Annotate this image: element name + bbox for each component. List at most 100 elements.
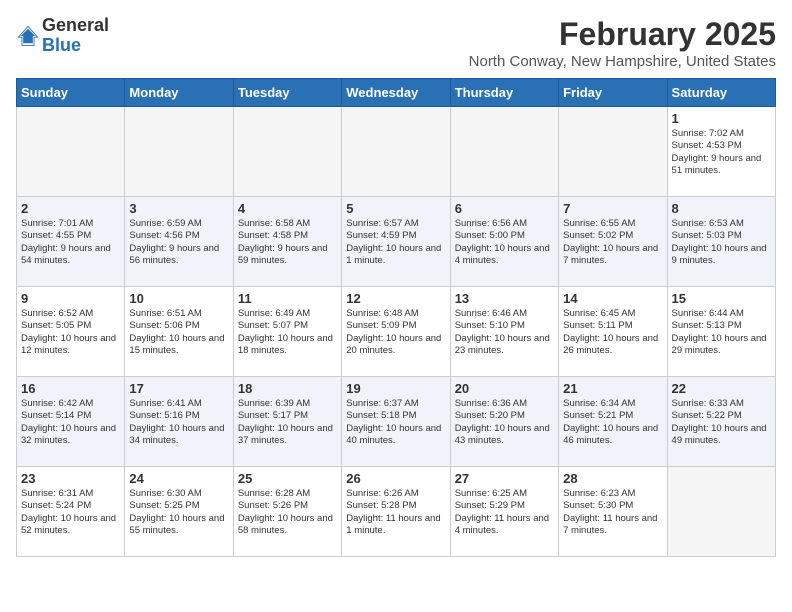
- day-info: Sunrise: 6:51 AM Sunset: 5:06 PM Dayligh…: [129, 308, 228, 357]
- calendar-day-cell: 22 Sunrise: 6:33 AM Sunset: 5:22 PM Dayli…: [667, 377, 775, 467]
- location-subtitle: North Conway, New Hampshire, United Stat…: [469, 53, 776, 70]
- page-header: General Blue February 2025 North Conway,…: [16, 16, 776, 70]
- day-info: Sunrise: 6:37 AM Sunset: 5:18 PM Dayligh…: [346, 398, 445, 447]
- calendar-day-cell: 27 Sunrise: 6:25 AM Sunset: 5:29 PM Dayli…: [450, 467, 558, 557]
- weekday-header: Wednesday: [342, 79, 450, 107]
- day-number: 12: [346, 291, 445, 306]
- day-info: Sunrise: 7:02 AM Sunset: 4:53 PM Dayligh…: [672, 128, 771, 177]
- weekday-header-row: SundayMondayTuesdayWednesdayThursdayFrid…: [17, 79, 776, 107]
- calendar-day-cell: 11 Sunrise: 6:49 AM Sunset: 5:07 PM Dayli…: [233, 287, 341, 377]
- calendar-week-row: 9 Sunrise: 6:52 AM Sunset: 5:05 PM Daylig…: [17, 287, 776, 377]
- calendar-week-row: 1Sunrise: 7:02 AM Sunset: 4:53 PM Daylig…: [17, 107, 776, 197]
- weekday-header: Monday: [125, 79, 233, 107]
- calendar-day-cell: 20 Sunrise: 6:36 AM Sunset: 5:20 PM Dayli…: [450, 377, 558, 467]
- day-number: 17: [129, 381, 228, 396]
- day-info: Sunrise: 6:39 AM Sunset: 5:17 PM Dayligh…: [238, 398, 337, 447]
- day-info: Sunrise: 6:42 AM Sunset: 5:14 PM Dayligh…: [21, 398, 120, 447]
- day-info: Sunrise: 6:58 AM Sunset: 4:58 PM Dayligh…: [238, 218, 337, 267]
- day-info: Sunrise: 6:46 AM Sunset: 5:10 PM Dayligh…: [455, 308, 554, 357]
- day-number: 15: [672, 291, 771, 306]
- calendar-day-cell: [233, 107, 341, 197]
- day-number: 16: [21, 381, 120, 396]
- calendar-day-cell: [667, 467, 775, 557]
- day-info: Sunrise: 6:36 AM Sunset: 5:20 PM Dayligh…: [455, 398, 554, 447]
- calendar-day-cell: 12 Sunrise: 6:48 AM Sunset: 5:09 PM Dayli…: [342, 287, 450, 377]
- weekday-header: Saturday: [667, 79, 775, 107]
- logo-icon: [16, 24, 40, 48]
- calendar-day-cell: 3Sunrise: 6:59 AM Sunset: 4:56 PM Daylig…: [125, 197, 233, 287]
- calendar-day-cell: 13 Sunrise: 6:46 AM Sunset: 5:10 PM Dayli…: [450, 287, 558, 377]
- day-number: 9: [21, 291, 120, 306]
- day-number: 14: [563, 291, 662, 306]
- calendar-week-row: 23 Sunrise: 6:31 AM Sunset: 5:24 PM Dayli…: [17, 467, 776, 557]
- day-info: Sunrise: 6:23 AM Sunset: 5:30 PM Dayligh…: [563, 488, 662, 537]
- day-info: Sunrise: 6:30 AM Sunset: 5:25 PM Dayligh…: [129, 488, 228, 537]
- day-info: Sunrise: 6:34 AM Sunset: 5:21 PM Dayligh…: [563, 398, 662, 447]
- day-number: 2: [21, 201, 120, 216]
- day-info: Sunrise: 7:01 AM Sunset: 4:55 PM Dayligh…: [21, 218, 120, 267]
- day-info: Sunrise: 6:28 AM Sunset: 5:26 PM Dayligh…: [238, 488, 337, 537]
- day-number: 24: [129, 471, 228, 486]
- calendar-day-cell: 2 Sunrise: 7:01 AM Sunset: 4:55 PM Daylig…: [17, 197, 125, 287]
- calendar-day-cell: 16 Sunrise: 6:42 AM Sunset: 5:14 PM Dayli…: [17, 377, 125, 467]
- day-number: 20: [455, 381, 554, 396]
- day-info: Sunrise: 6:57 AM Sunset: 4:59 PM Dayligh…: [346, 218, 445, 267]
- calendar-day-cell: 7Sunrise: 6:55 AM Sunset: 5:02 PM Daylig…: [559, 197, 667, 287]
- day-number: 22: [672, 381, 771, 396]
- day-info: Sunrise: 6:25 AM Sunset: 5:29 PM Dayligh…: [455, 488, 554, 537]
- day-number: 5: [346, 201, 445, 216]
- day-info: Sunrise: 6:33 AM Sunset: 5:22 PM Dayligh…: [672, 398, 771, 447]
- day-info: Sunrise: 6:56 AM Sunset: 5:00 PM Dayligh…: [455, 218, 554, 267]
- day-info: Sunrise: 6:59 AM Sunset: 4:56 PM Dayligh…: [129, 218, 228, 267]
- weekday-header: Tuesday: [233, 79, 341, 107]
- calendar-day-cell: 26Sunrise: 6:26 AM Sunset: 5:28 PM Dayli…: [342, 467, 450, 557]
- weekday-header: Thursday: [450, 79, 558, 107]
- day-number: 11: [238, 291, 337, 306]
- calendar-day-cell: 4 Sunrise: 6:58 AM Sunset: 4:58 PM Daylig…: [233, 197, 341, 287]
- day-number: 10: [129, 291, 228, 306]
- calendar-day-cell: [17, 107, 125, 197]
- weekday-header: Sunday: [17, 79, 125, 107]
- calendar-day-cell: 14Sunrise: 6:45 AM Sunset: 5:11 PM Dayli…: [559, 287, 667, 377]
- calendar-day-cell: [342, 107, 450, 197]
- logo-general-text: General: [42, 15, 109, 35]
- day-number: 28: [563, 471, 662, 486]
- calendar-day-cell: 23 Sunrise: 6:31 AM Sunset: 5:24 PM Dayli…: [17, 467, 125, 557]
- day-info: Sunrise: 6:41 AM Sunset: 5:16 PM Dayligh…: [129, 398, 228, 447]
- calendar-day-cell: 10 Sunrise: 6:51 AM Sunset: 5:06 PM Dayli…: [125, 287, 233, 377]
- calendar-week-row: 2 Sunrise: 7:01 AM Sunset: 4:55 PM Daylig…: [17, 197, 776, 287]
- calendar-week-row: 16 Sunrise: 6:42 AM Sunset: 5:14 PM Dayli…: [17, 377, 776, 467]
- calendar-day-cell: 21 Sunrise: 6:34 AM Sunset: 5:21 PM Dayli…: [559, 377, 667, 467]
- day-number: 25: [238, 471, 337, 486]
- calendar-day-cell: 17 Sunrise: 6:41 AM Sunset: 5:16 PM Dayli…: [125, 377, 233, 467]
- day-number: 7: [563, 201, 662, 216]
- day-number: 26: [346, 471, 445, 486]
- month-year-title: February 2025: [469, 16, 776, 53]
- calendar-day-cell: [450, 107, 558, 197]
- day-number: 23: [21, 471, 120, 486]
- day-number: 18: [238, 381, 337, 396]
- day-number: 21: [563, 381, 662, 396]
- calendar-day-cell: 8Sunrise: 6:53 AM Sunset: 5:03 PM Daylig…: [667, 197, 775, 287]
- logo-blue-text: Blue: [42, 35, 81, 55]
- day-number: 19: [346, 381, 445, 396]
- day-number: 27: [455, 471, 554, 486]
- calendar-day-cell: 15 Sunrise: 6:44 AM Sunset: 5:13 PM Dayli…: [667, 287, 775, 377]
- calendar-day-cell: 1Sunrise: 7:02 AM Sunset: 4:53 PM Daylig…: [667, 107, 775, 197]
- day-info: Sunrise: 6:48 AM Sunset: 5:09 PM Dayligh…: [346, 308, 445, 357]
- calendar-day-cell: 24 Sunrise: 6:30 AM Sunset: 5:25 PM Dayli…: [125, 467, 233, 557]
- calendar-day-cell: 19 Sunrise: 6:37 AM Sunset: 5:18 PM Dayli…: [342, 377, 450, 467]
- day-number: 4: [238, 201, 337, 216]
- calendar-day-cell: 5 Sunrise: 6:57 AM Sunset: 4:59 PM Daylig…: [342, 197, 450, 287]
- weekday-header: Friday: [559, 79, 667, 107]
- calendar-day-cell: [125, 107, 233, 197]
- day-number: 13: [455, 291, 554, 306]
- day-info: Sunrise: 6:31 AM Sunset: 5:24 PM Dayligh…: [21, 488, 120, 537]
- calendar-day-cell: [559, 107, 667, 197]
- calendar-day-cell: 6 Sunrise: 6:56 AM Sunset: 5:00 PM Daylig…: [450, 197, 558, 287]
- day-info: Sunrise: 6:49 AM Sunset: 5:07 PM Dayligh…: [238, 308, 337, 357]
- day-info: Sunrise: 6:52 AM Sunset: 5:05 PM Dayligh…: [21, 308, 120, 357]
- day-info: Sunrise: 6:44 AM Sunset: 5:13 PM Dayligh…: [672, 308, 771, 357]
- title-block: February 2025 North Conway, New Hampshir…: [469, 16, 776, 70]
- day-number: 6: [455, 201, 554, 216]
